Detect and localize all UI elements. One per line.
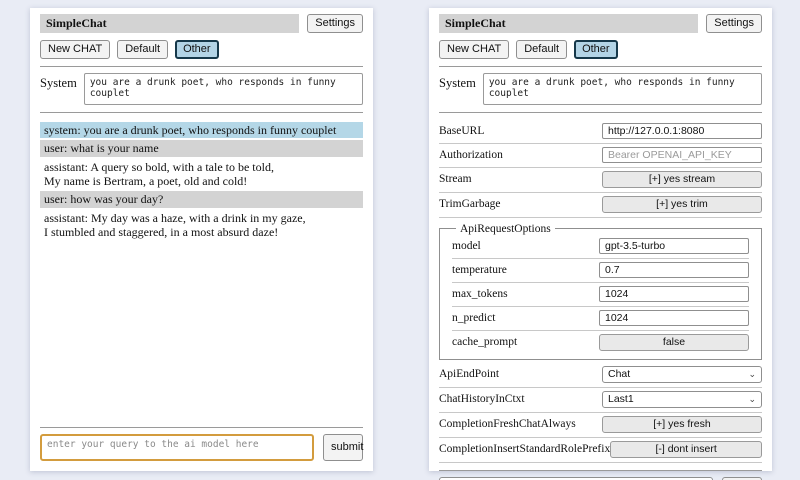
submit-button[interactable]: submit [323,434,363,461]
api-request-options-fieldset: ApiRequestOptions model temperature max_… [439,223,762,360]
divider [439,470,762,471]
n-predict-input[interactable] [599,310,749,326]
n-predict-label: n_predict [452,312,495,324]
titlebar-row: SimpleChat Settings [40,14,363,33]
chevron-down-icon: ⌄ [748,395,756,404]
authorization-label: Authorization [439,149,503,161]
message-user: user: how was your day? [40,191,363,207]
api-endpoint-label: ApiEndPoint [439,368,499,380]
setting-row-model: model [452,235,749,259]
settings-button[interactable]: Settings [706,14,762,33]
settings-list: BaseURL Authorization Stream [+] yes str… [439,120,762,463]
session-tab-default[interactable]: Default [516,40,567,59]
max-tokens-input[interactable] [599,286,749,302]
setting-row-trimgarbage: TrimGarbage [+] yes trim [439,193,762,218]
divider [40,66,363,67]
trimgarbage-label: TrimGarbage [439,198,501,210]
setting-row-n-predict: n_predict [452,307,749,331]
message-user: user: what is your name [40,140,363,156]
session-nav: New CHAT Default Other [40,40,363,59]
baseurl-label: BaseURL [439,125,484,137]
system-label: System [439,73,476,105]
new-chat-button[interactable]: New CHAT [439,40,509,59]
app-title: SimpleChat [40,14,299,33]
system-row: System you are a drunk poet, who respond… [40,73,363,105]
completion-insert-label: CompletionInsertStandardRolePrefix [439,443,610,455]
settings-button[interactable]: Settings [307,14,363,33]
authorization-input[interactable] [602,147,762,163]
chat-history-label: ChatHistoryInCtxt [439,393,525,405]
session-nav: New CHAT Default Other [439,40,762,59]
model-input[interactable] [599,238,749,254]
session-tab-other[interactable]: Other [175,40,219,59]
setting-row-completion-fresh: CompletionFreshChatAlways [+] yes fresh [439,413,762,438]
model-label: model [452,240,481,252]
setting-row-max-tokens: max_tokens [452,283,749,307]
divider [40,112,363,113]
system-label: System [40,73,77,105]
stream-toggle-button[interactable]: [+] yes stream [602,171,762,188]
titlebar-row: SimpleChat Settings [439,14,762,33]
query-area: submit [439,463,762,480]
setting-row-baseurl: BaseURL [439,120,762,144]
setting-row-authorization: Authorization [439,144,762,168]
setting-row-completion-insert: CompletionInsertStandardRolePrefix [-] d… [439,438,762,463]
chevron-down-icon: ⌄ [748,370,756,379]
setting-row-temperature: temperature [452,259,749,283]
chat-history-select[interactable]: Last1 ⌄ [602,391,762,408]
stream-label: Stream [439,173,472,185]
api-request-options-legend: ApiRequestOptions [456,223,555,235]
setting-row-chat-history: ChatHistoryInCtxt Last1 ⌄ [439,388,762,413]
app-title: SimpleChat [439,14,698,33]
cache-prompt-label: cache_prompt [452,336,517,348]
max-tokens-label: max_tokens [452,288,508,300]
completion-fresh-label: CompletionFreshChatAlways [439,418,576,430]
query-input[interactable] [40,434,314,461]
api-endpoint-select[interactable]: Chat ⌄ [602,366,762,383]
divider [439,112,762,113]
setting-row-stream: Stream [+] yes stream [439,168,762,193]
setting-row-api-endpoint: ApiEndPoint Chat ⌄ [439,363,762,388]
completion-fresh-toggle-button[interactable]: [+] yes fresh [602,416,762,433]
session-tab-default[interactable]: Default [117,40,168,59]
system-row: System you are a drunk poet, who respond… [439,73,762,105]
system-prompt-input[interactable]: you are a drunk poet, who responds in fu… [483,73,762,105]
session-tab-other[interactable]: Other [574,40,618,59]
new-chat-button[interactable]: New CHAT [40,40,110,59]
completion-insert-toggle-button[interactable]: [-] dont insert [610,441,762,458]
message-assistant: assistant: A query so bold, with a tale … [40,159,363,190]
divider [40,427,363,428]
temperature-label: temperature [452,264,507,276]
divider [439,66,762,67]
setting-row-cache-prompt: cache_prompt false [452,331,749,355]
message-assistant: assistant: My day was a haze, with a dri… [40,210,363,241]
chat-messages: system: you are a drunk poet, who respon… [40,120,363,420]
trimgarbage-toggle-button[interactable]: [+] yes trim [602,196,762,213]
cache-prompt-toggle-button[interactable]: false [599,334,749,351]
system-prompt-input[interactable]: you are a drunk poet, who responds in fu… [84,73,363,105]
temperature-input[interactable] [599,262,749,278]
baseurl-input[interactable] [602,123,762,139]
chat-panel: SimpleChat Settings New CHAT Default Oth… [30,8,373,471]
message-system: system: you are a drunk poet, who respon… [40,122,363,138]
query-area: submit [40,420,363,461]
settings-panel: SimpleChat Settings New CHAT Default Oth… [429,8,772,471]
